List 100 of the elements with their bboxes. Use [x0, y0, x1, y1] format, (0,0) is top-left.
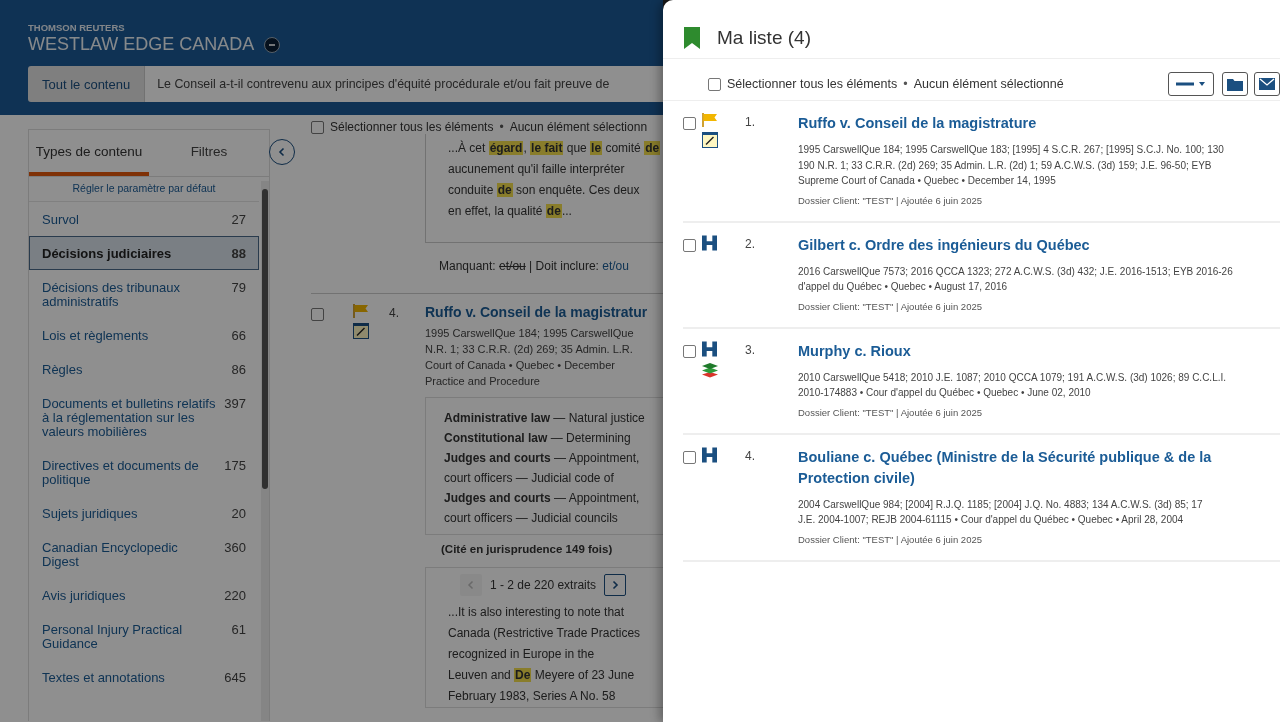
- separator-dot: •: [903, 77, 908, 91]
- note-icon[interactable]: [702, 132, 718, 148]
- company-name: THOMSON REUTERS: [28, 22, 126, 33]
- result-title-link[interactable]: Murphy c. Rioux: [798, 340, 1280, 362]
- envelope-icon: [1259, 78, 1275, 90]
- content-type-item[interactable]: Sujets juridiques 20: [29, 496, 259, 530]
- excerpt-text: recognized in Europe in the: [448, 646, 596, 663]
- search-field[interactable]: Le Conseil a-t-il contrevenu aux principes d'équité procédurale et/ou fait preuve de: [144, 66, 663, 102]
- content-type-item[interactable]: Documents et bulletins relatifs à la réglementation sur les valeurs mobilières 397: [29, 386, 259, 448]
- content-type-item[interactable]: Directives et documents de politique 175: [29, 448, 259, 496]
- checkbox[interactable]: [683, 450, 696, 464]
- excerpt-text: Leuven and De Meyere of 23 June: [448, 667, 636, 684]
- citation-text: 1995 CarswellQue 184; 1995 CarswellQue 183; [1995] 4 S.C.R. 267; [1995] S.C.J. No. 100; 130: [798, 143, 1225, 157]
- panel-tab[interactable]: Filtres: [149, 130, 269, 176]
- excerpt-text: February 1983, Series A No. 58: [448, 688, 617, 705]
- chevron-right-icon: [610, 580, 621, 590]
- excerpt-text: ...It is also interesting to note that: [448, 604, 626, 621]
- headnote-text: court officers — Judicial councils: [444, 510, 619, 527]
- result-number: 3.: [745, 341, 756, 359]
- client-note: Dossier Client: "TEST" | Ajoutée 6 juin 2025: [798, 406, 983, 418]
- headnote-text: court officers — Judicial code of: [444, 470, 615, 487]
- content-type-item[interactable]: Personal Injury Practical Guidance 61: [29, 612, 259, 660]
- client-note: Dossier Client: "TEST" | Ajoutée 6 juin 2025: [798, 300, 983, 312]
- checkbox[interactable]: [683, 117, 696, 130]
- panel-tab[interactable]: Types de contenu: [29, 130, 149, 176]
- result-number: 4.: [389, 305, 400, 322]
- citation-text: 2010-174883 • Cour d'appel du Québec • Quebec • June 02, 2010: [798, 386, 1092, 400]
- separator-dot: •: [499, 120, 504, 134]
- citation-text: Supreme Court of Canada • Quebec • December 14, 1995: [798, 174, 1057, 188]
- excerpt-text: Canada (Restrictive Trade Practices: [448, 625, 642, 642]
- citation-text: d'appel du Québec • Quebec • August 17, 2016: [798, 280, 1009, 294]
- select-all-label: Sélectionner tous les éléments: [727, 77, 898, 91]
- citation-text: N.R. 1; 33 C.R.R. (2d) 269; 35 Admin. L.R.: [425, 342, 634, 357]
- client-note: Dossier Client: "TEST" | Ajoutée 6 juin 2025: [798, 194, 983, 206]
- next-button[interactable]: [604, 574, 627, 596]
- selection-status: Aucun élément sélectionn: [509, 120, 648, 134]
- email-button[interactable]: [1254, 72, 1280, 96]
- content-type-item[interactable]: Décisions judiciaires 88: [29, 236, 259, 270]
- folder-button[interactable]: [1222, 72, 1248, 96]
- note-icon[interactable]: [353, 323, 369, 339]
- content-scope-button[interactable]: Tout le contenu: [28, 66, 145, 102]
- content-type-item[interactable]: Textes et annotations 645: [29, 660, 259, 694]
- product-name: WESTLAW EDGE CANADA: [28, 34, 255, 55]
- citation-count: (Cité en jurisprudence 149 fois): [441, 543, 614, 555]
- headnote-text: Judges and courts — Appointment,: [444, 450, 641, 467]
- checkbox[interactable]: [311, 120, 324, 134]
- content-type-item[interactable]: Décisions des tribunaux administratifs 79: [29, 270, 259, 318]
- checkbox[interactable]: [683, 344, 696, 358]
- snippet-text: ...À cet égard, le fait que le comité de: [448, 139, 662, 157]
- citation-text: Court of Canada • Quebec • December: [425, 358, 616, 373]
- citation-text: 2010 CarswellQue 5418; 2010 J.E. 1087; 2010 QCCA 1079; 191 A.C.W.S. (3d) 1026; 89 C.C.L.I.: [798, 370, 1228, 385]
- collapse-icon[interactable]: [264, 36, 281, 53]
- content-type-item[interactable]: Canadian Encyclopedic Digest 360: [29, 530, 259, 578]
- result-title-link[interactable]: Ruffo v. Conseil de la magistratur: [425, 304, 663, 320]
- result-number: 2.: [745, 235, 756, 253]
- scrollbar[interactable]: [261, 181, 269, 721]
- headnote-text: Administrative law — Natural justice: [444, 410, 646, 427]
- result-title-link[interactable]: Bouliane c. Québec (Ministre de la Sécurité publique & de la Protection civile): [798, 446, 1280, 489]
- drawer-title: Ma liste (4): [717, 27, 811, 49]
- selection-status: Aucun élément sélectionné: [913, 77, 1064, 91]
- headnote-text: Constitutional law — Determining: [444, 430, 632, 447]
- collapse-panel-button[interactable]: [269, 139, 295, 165]
- snippet-text: conduite de son enquête. Ces deux: [448, 182, 641, 199]
- citation-text: 190 N.R. 1; 33 C.R.R. (2d) 269; 35 Admin. L.R. (2d) 1; 59 A.C.W.S. (3d) 159; J.E. 96-50; EYB: [798, 158, 1213, 173]
- snippet-text: aucunement qu'il faille interpréter: [448, 161, 626, 178]
- folder-icon: [1227, 77, 1243, 91]
- content-type-item[interactable]: Survol 27: [29, 202, 259, 236]
- snippet-text: en effet, la qualité de...: [448, 203, 573, 220]
- citation-text: 2004 CarswellQue 984; [2004] R.J.Q. 1185; [2004] J.Q. No. 4883; 134 A.C.W.S. (3d) 85; 17: [798, 497, 1204, 512]
- content-type-item[interactable]: Avis juridiques 220: [29, 578, 259, 612]
- result-title-link[interactable]: Gilbert c. Ordre des ingénieurs du Québec: [798, 234, 1280, 256]
- layers-icon[interactable]: [702, 361, 718, 378]
- dash-caret-icon: [1176, 79, 1206, 89]
- bookmark-icon: [684, 27, 700, 49]
- dropdown-button[interactable]: [1168, 72, 1214, 96]
- result-number: 4.: [745, 447, 756, 465]
- pager-label: 1 - 2 de 220 extraits: [490, 578, 597, 592]
- citation-text: Practice and Procedure: [425, 374, 541, 389]
- result-title-link[interactable]: Ruffo v. Conseil de la magistrature: [798, 113, 1280, 134]
- flag-icon[interactable]: [702, 113, 718, 127]
- client-note: Dossier Client: "TEST" | Ajoutée 6 juin 2025: [798, 533, 983, 545]
- select-all-label: Sélectionner tous les éléments: [330, 120, 494, 134]
- letter-h-icon[interactable]: [702, 234, 717, 251]
- citation-text: 2016 CarswellQue 7573; 2016 QCCA 1323; 272 A.C.W.S. (3d) 432; J.E. 2016-1513; EYB 2016-26: [798, 264, 1234, 279]
- checkbox[interactable]: [311, 308, 324, 321]
- citation-text: 1995 CarswellQue 184; 1995 CarswellQue: [425, 326, 635, 341]
- letter-h-icon[interactable]: [702, 446, 717, 463]
- missing-terms-note: Manquant: et/ou | Doit inclure: et/ou: [439, 259, 630, 273]
- letter-h-icon[interactable]: [702, 340, 717, 357]
- chevron-left-icon: [466, 580, 476, 590]
- checkbox[interactable]: [683, 238, 696, 252]
- citation-text: J.E. 2004-1007; REJB 2004-61115 • Cour d'appel du Québec • Quebec • April 28, 2004: [798, 513, 1185, 527]
- chevron-left-icon: [277, 147, 287, 157]
- reset-link[interactable]: Régler le paramètre par défaut: [29, 177, 259, 202]
- content-type-item[interactable]: Règles 86: [29, 352, 259, 386]
- result-number: 1.: [745, 114, 756, 131]
- checkbox[interactable]: [708, 77, 721, 91]
- term-link[interactable]: et/ou: [602, 259, 629, 273]
- content-type-item[interactable]: Lois et règlements 66: [29, 318, 259, 352]
- headnote-text: Judges and courts — Appointment,: [444, 490, 641, 507]
